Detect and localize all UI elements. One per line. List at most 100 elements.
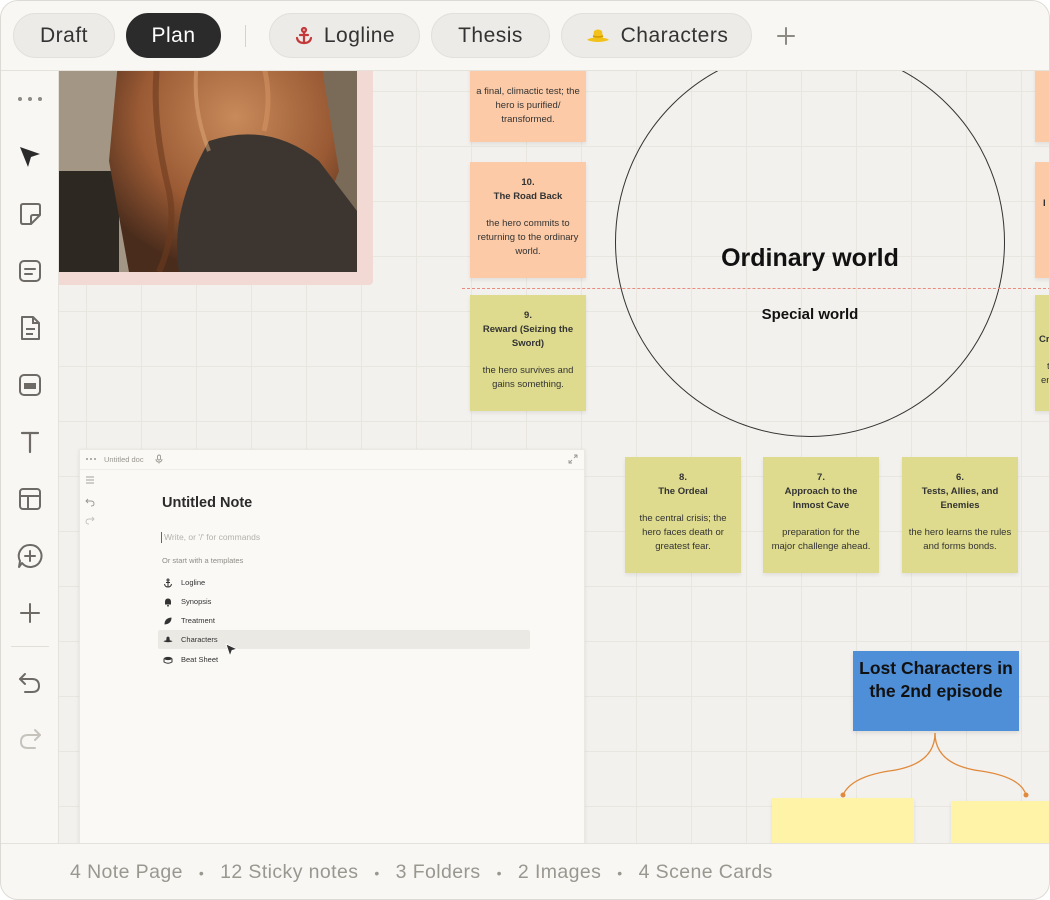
expand-icon[interactable] [568, 454, 578, 466]
tab-logline[interactable]: Logline [269, 13, 420, 58]
scene-card-icon[interactable] [14, 369, 46, 401]
sticky-note-yellow[interactable] [772, 798, 914, 843]
add-icon[interactable] [14, 597, 46, 629]
status-separator: • [198, 864, 205, 881]
sticky-note-8[interactable]: 8. The Ordeal the central crisis; the he… [625, 457, 741, 573]
document-icon[interactable] [14, 312, 46, 344]
status-note-pages: 4 Note Page [70, 861, 183, 883]
board-canvas[interactable]: Ordinary world Special world a final, cl… [59, 71, 1050, 843]
doc-header: Untitled doc [80, 450, 584, 470]
list-icon[interactable] [84, 474, 96, 486]
card-icon[interactable] [14, 255, 46, 287]
text-icon[interactable] [14, 426, 46, 458]
sticky-note-yellow[interactable] [951, 801, 1049, 843]
sticky-note-partial[interactable] [1035, 71, 1049, 142]
note-document[interactable]: Untitled doc Untitled Note Write, or '/'… [79, 449, 585, 843]
special-world-label: Special world [761, 306, 859, 323]
ordinary-world-label: Ordinary world [721, 244, 899, 272]
text-caret [161, 532, 162, 543]
undo-icon[interactable] [14, 667, 46, 699]
template-label: Characters [181, 635, 218, 644]
undo-icon[interactable] [84, 496, 96, 508]
hat-icon [585, 27, 611, 45]
anchor-icon [163, 578, 173, 588]
comment-add-icon[interactable] [14, 540, 46, 572]
sticky-note-9[interactable]: 9. Reward (Seizing the Sword) the hero s… [470, 295, 586, 411]
template-label: Synopsis [181, 597, 212, 606]
tab-label: Logline [323, 23, 396, 47]
tab-divider [245, 25, 246, 47]
sticky-desc: the hero commits to returning to the ord… [477, 218, 579, 257]
tab-characters[interactable]: Characters [561, 13, 752, 58]
sticky-title: The Road Back [493, 191, 563, 202]
sticky-number: 9. [524, 310, 532, 321]
plus-icon [777, 27, 795, 45]
redo-icon[interactable] [84, 514, 96, 526]
sticky-partial-text: I [1043, 198, 1046, 209]
threshold-divider [462, 288, 1049, 289]
sticky-note-10[interactable]: 10. The Road Back the hero commits to re… [470, 162, 586, 278]
tab-draft[interactable]: Draft [13, 13, 115, 58]
hat-icon [163, 635, 173, 645]
tab-thesis[interactable]: Thesis [431, 13, 550, 58]
more-icon[interactable] [85, 454, 97, 466]
sticky-note-6[interactable]: 6. Tests, Allies, and Enemies the hero l… [902, 457, 1018, 573]
doc-body-input[interactable]: Write, or '/' for commands [164, 532, 260, 542]
sticky-note-11[interactable]: a final, climactic test; the hero is pur… [470, 71, 586, 142]
scene-card-lost-characters[interactable]: Lost Characters in the 2nd episode [853, 651, 1019, 731]
tab-label: Draft [39, 23, 88, 47]
sticky-desc: the hero survives and gains something. [482, 365, 574, 390]
tab-label: Thesis [458, 23, 523, 47]
sticky-partial-text: en [1041, 375, 1049, 386]
sticky-title: Reward (Seizing the Sword) [482, 324, 574, 349]
status-bar: 4 Note Page • 12 Sticky notes • 3 Folder… [1, 843, 1049, 899]
status-separator: • [496, 864, 502, 881]
layout-icon[interactable] [14, 483, 46, 515]
microphone-icon[interactable] [154, 454, 164, 466]
drum-icon [163, 655, 173, 665]
doc-title[interactable]: Untitled Note [162, 495, 252, 511]
sticky-note-partial[interactable]: I [1035, 162, 1049, 278]
sticky-partial-text: Cr [1039, 334, 1050, 345]
sticky-title: Tests, Allies, and Enemies [921, 486, 999, 511]
template-item-logline[interactable]: Logline [158, 573, 530, 592]
sticky-desc: a final, climactic test; the hero is pur… [476, 86, 580, 125]
doc-header-title: Untitled doc [104, 455, 144, 464]
sticky-number: 6. [956, 472, 964, 483]
template-label: Logline [181, 578, 206, 587]
template-item-synopsis[interactable]: Synopsis [158, 592, 530, 611]
select-arrow-icon[interactable] [14, 141, 46, 173]
redo-icon[interactable] [14, 723, 46, 755]
sticky-note-icon[interactable] [14, 198, 46, 230]
template-hint: Or start with a templates [162, 556, 244, 565]
sticky-number: 8. [679, 472, 687, 483]
sticky-note-7[interactable]: 7. Approach to the Inmost Cave preparati… [763, 457, 879, 573]
template-label: Beat Sheet [181, 655, 219, 664]
template-item-treatment[interactable]: Treatment [158, 611, 530, 630]
template-item-characters[interactable]: Characters [158, 630, 530, 649]
sticky-note-partial[interactable]: Cr t en [1035, 295, 1050, 411]
toolbar-divider [11, 646, 49, 647]
template-item-beat-sheet[interactable]: Beat Sheet [158, 650, 530, 669]
add-tab-button[interactable] [771, 21, 801, 51]
sticky-title: The Ordeal [658, 486, 708, 497]
sticky-title: Approach to the Inmost Cave [784, 486, 858, 511]
character-photo[interactable] [59, 71, 357, 272]
tab-label: Plan [151, 23, 196, 47]
leaf-icon [163, 616, 173, 626]
more-icon[interactable] [14, 83, 46, 115]
tab-label: Characters [620, 23, 729, 47]
app-window: Draft Plan Logline Thesis Characters Ord… [0, 0, 1050, 900]
status-separator: • [374, 864, 380, 881]
sticky-desc: the central crisis; the hero faces death… [639, 513, 727, 552]
sticky-partial-text: t [1047, 361, 1050, 372]
anchor-icon [294, 26, 314, 46]
tab-plan[interactable]: Plan [126, 13, 221, 58]
sticky-number: 10. [521, 177, 535, 188]
bell-icon [163, 597, 173, 607]
tab-bar: Draft Plan Logline Thesis Characters [1, 1, 1049, 71]
mouse-pointer-icon [225, 643, 239, 658]
status-folders: 3 Folders [395, 861, 481, 883]
status-sticky-notes: 12 Sticky notes [220, 861, 359, 883]
sticky-number: 7. [817, 472, 825, 483]
